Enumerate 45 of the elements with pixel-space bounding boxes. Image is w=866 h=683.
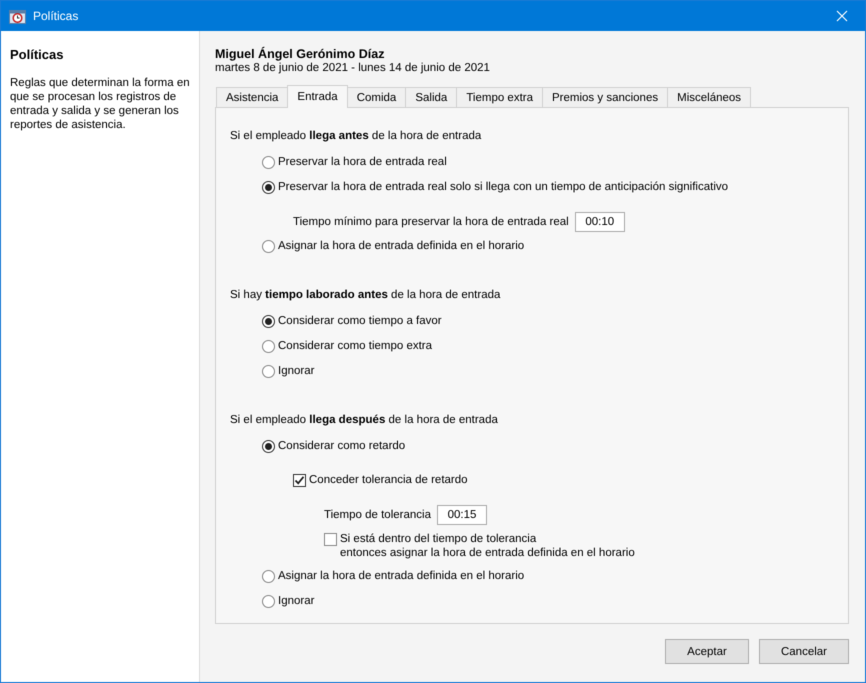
checkbox-label[interactable]: Si está dentro del tiempo de tolerancia entonces asignar la hora de entrada definida en el horario bbox=[340, 532, 635, 560]
tab[interactable]: Asistencia bbox=[216, 87, 288, 107]
radio-button[interactable] bbox=[262, 570, 275, 583]
radio-button[interactable] bbox=[262, 181, 275, 194]
date-range: martes 8 de junio de 2021 - lunes 14 de junio de 2021 bbox=[215, 62, 491, 74]
time-field[interactable]: 00:15 bbox=[436, 505, 487, 525]
radio-label[interactable]: Ignorar bbox=[278, 364, 314, 378]
sidebar-title: Políticas bbox=[10, 47, 64, 62]
radio-button[interactable] bbox=[262, 595, 275, 608]
radio-label[interactable]: Preservar la hora de entrada real solo si llega con un tiempo de anticipación significativo bbox=[278, 180, 728, 194]
radio-button[interactable] bbox=[262, 365, 275, 378]
field-label: Tiempo mínimo para preservar la hora de entrada real bbox=[293, 216, 569, 228]
tab[interactable]: Premios y sanciones bbox=[542, 87, 668, 107]
section-heading: Si el empleado llega antes de la hora de entrada bbox=[230, 130, 482, 144]
checkbox[interactable] bbox=[324, 533, 337, 546]
window-title: Políticas bbox=[33, 9, 80, 23]
radio-button[interactable] bbox=[262, 315, 275, 328]
tab[interactable]: Misceláneos bbox=[667, 87, 752, 107]
section-heading: Si el empleado llega después de la hora de entrada bbox=[230, 414, 499, 428]
dialog-button[interactable]: Aceptar bbox=[665, 639, 749, 664]
radio-label[interactable]: Asignar la hora de entrada definida en el horario bbox=[278, 239, 524, 253]
tab[interactable]: Comida bbox=[346, 87, 406, 107]
radio-button[interactable] bbox=[262, 340, 275, 353]
checkbox-label[interactable]: Conceder tolerancia de retardo bbox=[309, 473, 468, 487]
dialog-button[interactable]: Cancelar bbox=[759, 639, 849, 664]
tab[interactable]: Salida bbox=[405, 87, 458, 107]
employee-name: Miguel Ángel Gerónimo Díaz bbox=[215, 47, 386, 61]
radio-label[interactable]: Considerar como tiempo a favor bbox=[278, 314, 442, 328]
close-icon bbox=[836, 10, 848, 22]
time-field[interactable]: 00:10 bbox=[574, 212, 625, 232]
radio-label[interactable]: Ignorar bbox=[278, 594, 314, 608]
radio-button[interactable] bbox=[262, 440, 275, 453]
radio-button[interactable] bbox=[262, 240, 275, 253]
calendar-clock-icon bbox=[9, 8, 26, 24]
field-label: Tiempo de tolerancia bbox=[324, 509, 431, 521]
radio-label[interactable]: Considerar como retardo bbox=[278, 439, 406, 453]
radio-label[interactable]: Considerar como tiempo extra bbox=[278, 339, 432, 353]
radio-button[interactable] bbox=[262, 156, 275, 169]
tab[interactable]: Entrada bbox=[287, 85, 348, 108]
radio-label[interactable]: Preservar la hora de entrada real bbox=[278, 155, 447, 169]
checkbox[interactable] bbox=[293, 474, 306, 487]
tab[interactable]: Tiempo extra bbox=[456, 87, 543, 107]
section-heading: Si hay tiempo laborado antes de la hora de entrada bbox=[230, 289, 502, 303]
radio-label[interactable]: Asignar la hora de entrada definida en el horario bbox=[278, 569, 524, 583]
sidebar-description: Reglas que determinan la forma en que se procesan los registros de entrada y salida y se generan los reportes de asistencia. bbox=[10, 76, 190, 132]
